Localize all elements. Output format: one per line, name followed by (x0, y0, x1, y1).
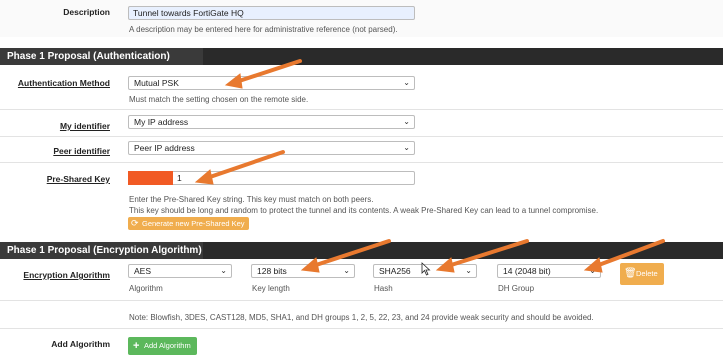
algorithm-select[interactable]: AES ⌄ (128, 264, 232, 278)
key-length-select[interactable]: 128 bits ⌄ (251, 264, 355, 278)
key-length-value: 128 bits (257, 266, 287, 276)
encryption-algorithm-label[interactable]: Encryption Algorithm (0, 270, 110, 280)
dh-group-select[interactable]: 14 (2048 bit) ⌄ (497, 264, 601, 278)
algorithm-caption: Algorithm (129, 284, 163, 293)
algorithm-value: AES (134, 266, 152, 276)
refresh-icon: ⟳ (131, 218, 139, 228)
psk-value: 1 (177, 173, 182, 183)
generate-psk-button[interactable]: ⟳ Generate new Pre-Shared Key (128, 217, 249, 230)
section-title: Phase 1 Proposal (Encryption Algorithm) (7, 245, 202, 256)
psk-help-1: Enter the Pre-Shared Key string. This ke… (129, 195, 374, 204)
auth-method-label[interactable]: Authentication Method (0, 78, 110, 88)
row-divider (0, 109, 723, 110)
hash-value: SHA256 (379, 266, 411, 276)
trash-icon: 🗑 (624, 268, 637, 279)
section-title: Phase 1 Proposal (Authentication) (7, 51, 170, 62)
row-divider (0, 136, 723, 137)
psk-input[interactable]: 1 (128, 171, 415, 185)
chevron-down-icon: ⌄ (220, 266, 227, 275)
my-identifier-label[interactable]: My identifier (0, 121, 110, 131)
chevron-down-icon: ⌄ (343, 266, 350, 275)
my-identifier-select[interactable]: My IP address ⌄ (128, 115, 415, 129)
weak-algorithms-note: Note: Blowfish, 3DES, CAST128, MD5, SHA1… (129, 313, 594, 322)
peer-identifier-select[interactable]: Peer IP address ⌄ (128, 141, 415, 155)
generate-psk-label: Generate new Pre-Shared Key (142, 219, 245, 228)
chevron-down-icon: ⌄ (465, 266, 472, 275)
auth-method-select[interactable]: Mutual PSK ⌄ (128, 76, 415, 90)
row-divider (0, 300, 723, 301)
plus-icon: + (133, 340, 140, 352)
row-divider (0, 162, 723, 163)
description-help: A description may be entered here for ad… (129, 25, 398, 34)
key-length-caption: Key length (252, 284, 290, 293)
psk-redaction (128, 171, 173, 185)
my-identifier-value: My IP address (134, 117, 189, 127)
auth-method-help: Must match the setting chosen on the rem… (129, 95, 309, 104)
section-header-phase1-auth: Phase 1 Proposal (Authentication) (0, 48, 723, 65)
peer-identifier-label[interactable]: Peer identifier (0, 146, 110, 156)
auth-method-value: Mutual PSK (134, 78, 179, 88)
add-algorithm-button[interactable]: + Add Algorithm (128, 337, 197, 355)
mouse-cursor-icon (421, 262, 431, 278)
chevron-down-icon: ⌄ (403, 143, 410, 152)
chevron-down-icon: ⌄ (589, 266, 596, 275)
delete-button[interactable]: 🗑 Delete (620, 263, 664, 285)
dh-group-value: 14 (2048 bit) (503, 266, 551, 276)
description-input[interactable]: Tunnel towards FortiGate HQ (128, 6, 415, 20)
description-label: Description (63, 7, 110, 17)
psk-help-2: This key should be long and random to pr… (129, 206, 599, 215)
chevron-down-icon: ⌄ (403, 117, 410, 126)
dh-group-caption: DH Group (498, 284, 535, 293)
add-algorithm-label: Add Algorithm (51, 339, 110, 349)
hash-caption: Hash (374, 284, 393, 293)
section-header-phase1-enc: Phase 1 Proposal (Encryption Algorithm) (0, 242, 723, 259)
header-shade (203, 242, 723, 259)
delete-label: Delete (636, 269, 658, 278)
header-shade (203, 48, 723, 65)
add-algorithm-button-label: Add Algorithm (144, 341, 191, 350)
chevron-down-icon: ⌄ (403, 78, 410, 87)
row-divider (0, 328, 723, 329)
peer-identifier-value: Peer IP address (134, 143, 195, 153)
psk-label[interactable]: Pre-Shared Key (0, 174, 110, 184)
